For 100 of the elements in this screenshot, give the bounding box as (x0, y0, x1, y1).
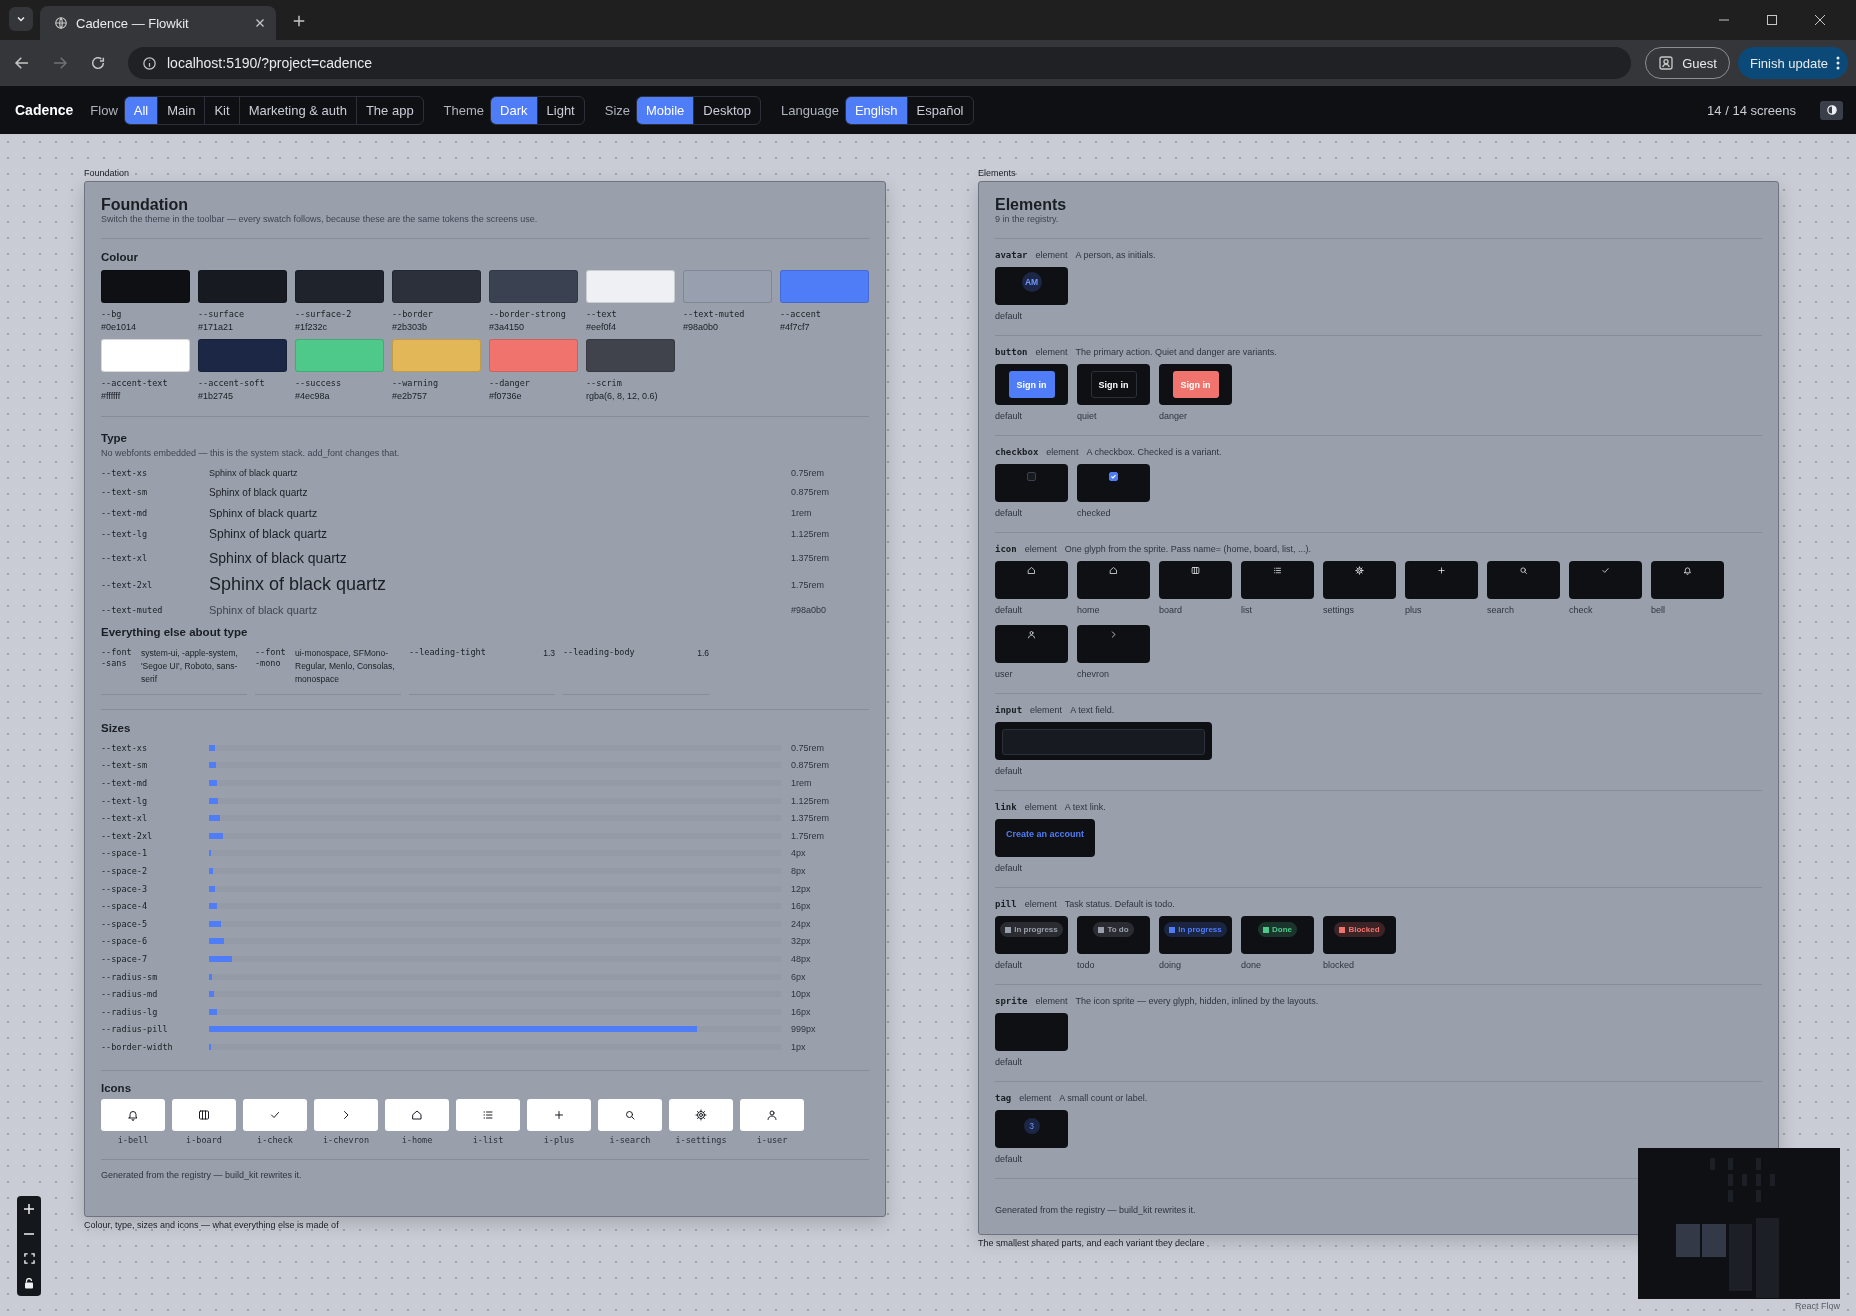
token-name: --text-muted (683, 309, 746, 319)
element-name: input (995, 704, 1023, 716)
tab-search-button[interactable] (9, 7, 33, 31)
input-field[interactable] (1002, 729, 1205, 755)
sign-in-button[interactable]: Sign in (1090, 371, 1137, 398)
token-name: --space-7 (101, 953, 149, 964)
token-name: --text-md (101, 507, 149, 518)
variant-label: default (995, 311, 1024, 322)
token-value: 0.75rem (791, 467, 826, 478)
token-value: 999px (791, 1024, 817, 1035)
variant-label: default (995, 863, 1024, 874)
token-name: --border-width (101, 1041, 174, 1052)
card-footer: Generated from the registry — build_kit rewrites it. (995, 1205, 1762, 1215)
token-value: #98a0b0 (791, 604, 828, 615)
segment-option[interactable]: Desktop (693, 96, 761, 124)
colour-value: #3a4150 (489, 321, 526, 333)
close-icon[interactable] (254, 17, 266, 29)
status-pill: To do (1093, 922, 1134, 937)
segment-option[interactable]: All (124, 96, 158, 124)
address-bar[interactable]: localhost:5190/?project=cadence (128, 47, 1632, 79)
contrast-icon (1826, 105, 1837, 115)
variant-label: default (995, 766, 1024, 777)
segment-option[interactable]: Kit (204, 96, 239, 124)
token-value: 1rem (791, 507, 813, 518)
variant-label: default (995, 960, 1024, 971)
token-value: 6px (791, 971, 807, 982)
segment-option[interactable]: Marketing & auth (238, 96, 356, 124)
element-type: element (1035, 995, 1068, 1007)
theme-toggle-button[interactable] (1820, 100, 1843, 120)
token-value: ui-monospace, SFMono-Regular, Menlo, Consolas, monospace (295, 647, 396, 686)
list-icon (1273, 566, 1282, 575)
variant-label: doing (1159, 960, 1183, 971)
card-title: Elements (995, 196, 1068, 214)
icon-label: i-board (186, 1134, 222, 1145)
token-value: system-ui, -apple-system, 'Segoe UI', Roboto, sans-serif (141, 647, 239, 686)
forward-arrow-icon[interactable] (51, 54, 69, 72)
variant-label: board (1159, 605, 1184, 616)
segment-option[interactable]: English (845, 96, 907, 124)
segment-option[interactable]: Dark (491, 96, 537, 124)
create-account-link[interactable]: Create an account (1006, 829, 1084, 839)
token-value: 1.75rem (791, 579, 826, 590)
element-type: element (1035, 346, 1068, 358)
token-name: --text-2xl (101, 579, 154, 590)
segment-option[interactable]: Mobile (637, 96, 694, 124)
section-heading: Everything else about type (101, 625, 249, 639)
token-value: 1.125rem (791, 529, 831, 539)
element-description: Task status. Default is todo. (1064, 898, 1175, 910)
attribution-link[interactable]: React Flow (1795, 1301, 1840, 1311)
segment-option[interactable]: Main (157, 96, 205, 124)
element-description: A checkbox. Checked is a variant. (1086, 446, 1222, 458)
token-name: --scrim (586, 378, 623, 388)
sign-in-button[interactable]: Sign in (1008, 371, 1055, 398)
variant-label: checked (1077, 508, 1112, 519)
reload-icon[interactable] (90, 55, 106, 71)
element-description: A text field. (1070, 704, 1115, 716)
token-name: --danger (489, 378, 531, 388)
element-description: A person, as initials. (1075, 249, 1156, 261)
variant-label: plus (1405, 605, 1423, 616)
icon-label: i-bell (117, 1134, 149, 1145)
element-type: element (1046, 446, 1079, 458)
plus-icon[interactable] (292, 14, 306, 28)
browser-tab[interactable]: Cadence — Flowkit (40, 6, 276, 40)
variant-label: danger (1159, 411, 1189, 422)
variant-label: default (995, 508, 1024, 519)
token-name: --space-6 (101, 936, 149, 947)
checkbox[interactable] (1027, 472, 1036, 481)
section-note: No webfonts embedded — this is the system stack. add_font changes that. (101, 448, 401, 459)
element-description: A small count or label. (1059, 1092, 1148, 1104)
token-name: --text-xl (101, 813, 149, 824)
close-icon[interactable] (1814, 14, 1826, 26)
element-name: checkbox (995, 446, 1039, 458)
variant-label: list (1241, 605, 1253, 616)
icon-label: i-settings (675, 1134, 727, 1145)
token-value: 10px (791, 989, 812, 1000)
token-value: 0.875rem (791, 760, 831, 771)
segment-option[interactable]: The app (355, 96, 423, 124)
icon-label: i-list (472, 1134, 504, 1145)
icon-label: i-user (756, 1134, 788, 1145)
token-value: 1.125rem (791, 795, 831, 806)
count-tag: 3 (1023, 1118, 1040, 1134)
token-value: 1.6 (696, 647, 709, 660)
variant-label: chevron (1077, 669, 1111, 680)
maximize-icon[interactable] (1766, 14, 1778, 26)
icon-label: i-chevron (322, 1134, 370, 1145)
token-value: 1.375rem (791, 813, 831, 824)
token-value: 16px (791, 901, 812, 912)
token-name: --accent (780, 309, 822, 319)
globe-icon (54, 16, 68, 30)
back-arrow-icon[interactable] (13, 54, 31, 72)
element-name: pill (995, 898, 1017, 910)
variant-label: blocked (1323, 960, 1356, 971)
token-value: 0.75rem (791, 742, 826, 753)
segment-option[interactable]: Light (536, 96, 584, 124)
update-button[interactable]: Finish update (1737, 47, 1848, 79)
token-name: --space-3 (101, 883, 149, 894)
variant-label: settings (1323, 605, 1356, 616)
type-sample: Sphinx of black quartz (209, 574, 388, 595)
segment-option[interactable]: Español (906, 96, 973, 124)
element-name: icon (995, 543, 1017, 555)
checkbox[interactable] (1109, 472, 1118, 481)
